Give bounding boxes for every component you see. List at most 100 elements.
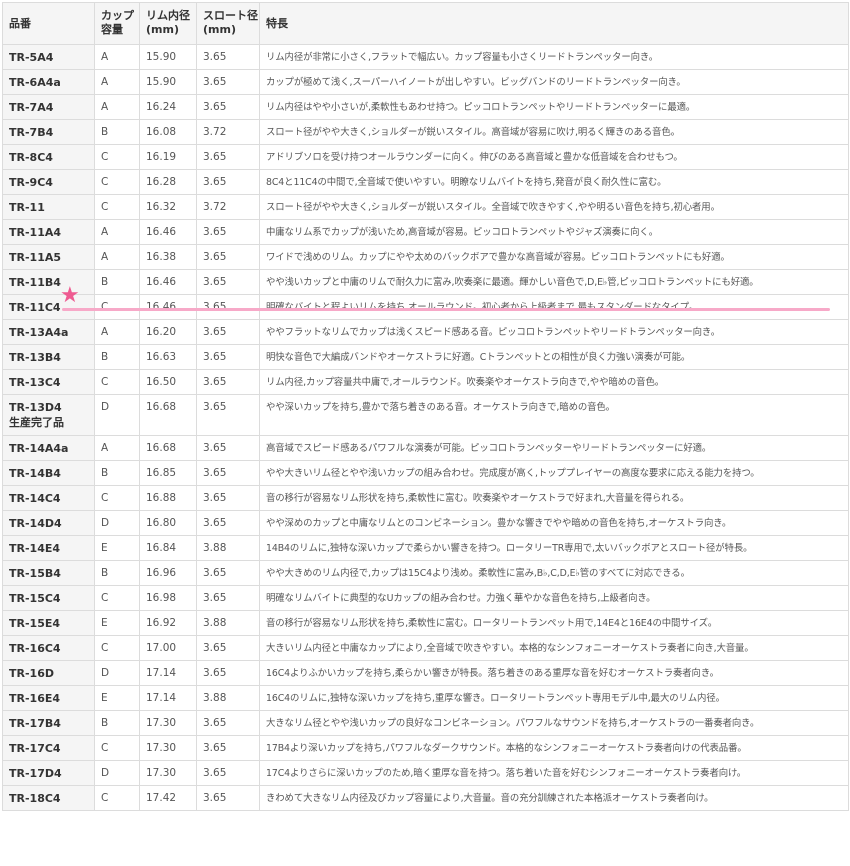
model-number: TR-14C4: [9, 492, 61, 505]
cup-cell: A: [94, 319, 140, 345]
rim-cell: 16.85: [139, 460, 197, 486]
throat-cell: 3.65: [196, 169, 260, 195]
model-number: TR-13B4: [9, 351, 61, 364]
model-cell: TR-13A4a: [2, 319, 95, 345]
table-row: TR-11A5 A 16.38 3.65 ワイドで浅めのリム。カップにやや太めのバックボ…: [2, 244, 849, 270]
model-cell: TR-17C4: [2, 735, 95, 761]
cup-cell: A: [94, 69, 140, 95]
table-row: TR-16C4 C 17.00 3.65 大きいリム内径と中庸なカップにより,全音域で吹…: [2, 635, 849, 661]
table-row: TR-6A4a A 15.90 3.65 カップが極めて浅く,スーパーハイノートが出しや…: [2, 69, 849, 95]
header-model: 品番: [2, 2, 95, 45]
model-note: 生産完了品: [9, 416, 64, 429]
table-row: TR-15C4 C 16.98 3.65 明確なリムバイトに典型的なUカップの組み合わせ…: [2, 585, 849, 611]
model-cell: TR-9C4: [2, 169, 95, 195]
cup-cell: C: [94, 369, 140, 395]
header-cup: カップ 容量: [94, 2, 140, 45]
model-cell: TR-11: [2, 194, 95, 220]
rim-cell: 16.19: [139, 144, 197, 170]
cup-cell: D: [94, 760, 140, 786]
cup-cell: C: [94, 485, 140, 511]
feature-cell: 音の移行が容易なリム形状を持ち,柔軟性に富む。ロータリートランペット用で,14E…: [259, 610, 849, 636]
model-cell: TR-17B4: [2, 710, 95, 736]
rim-cell: 16.50: [139, 369, 197, 395]
model-cell: TR-14E4: [2, 535, 95, 561]
model-cell: TR-16E4: [2, 685, 95, 711]
cup-cell: C: [94, 785, 140, 811]
throat-cell: 3.65: [196, 635, 260, 661]
rim-cell: 17.14: [139, 660, 197, 686]
throat-cell: 3.65: [196, 369, 260, 395]
cup-cell: B: [94, 560, 140, 586]
rim-cell: 16.32: [139, 194, 197, 220]
rim-cell: 17.42: [139, 785, 197, 811]
throat-cell: 3.65: [196, 344, 260, 370]
model-cell: TR-14B4: [2, 460, 95, 486]
throat-cell: 3.65: [196, 510, 260, 536]
model-number: TR-5A4: [9, 51, 54, 64]
model-cell: TR-17D4: [2, 760, 95, 786]
throat-cell: 3.65: [196, 94, 260, 120]
model-number: TR-8C4: [9, 151, 53, 164]
feature-cell: 17B4より深いカップを持ち,パワフルなダークサウンド。本格的なシンフォニーオー…: [259, 735, 849, 761]
rim-cell: 16.24: [139, 94, 197, 120]
throat-cell: 3.65: [196, 269, 260, 295]
throat-cell: 3.65: [196, 44, 260, 70]
table-row: TR-17B4 B 17.30 3.65 大きなリム径とやや浅いカップの良好なコンビネー…: [2, 710, 849, 736]
table-row: TR-15B4 B 16.96 3.65 やや大きめのリム内径で,カップは15C4より浅…: [2, 560, 849, 586]
feature-cell: ややフラットなリムでカップは浅くスピード感ある音。ピッコロトランペットやリードト…: [259, 319, 849, 345]
model-number: TR-14E4: [9, 542, 61, 555]
table-row: TR-11A4 A 16.46 3.65 中庸なリム系でカップが浅いため,高音域が容易。…: [2, 219, 849, 245]
throat-cell: 3.65: [196, 69, 260, 95]
rim-cell: 17.30: [139, 760, 197, 786]
throat-cell: 3.65: [196, 219, 260, 245]
throat-cell: 3.72: [196, 119, 260, 145]
table-row: TR-17C4 C 17.30 3.65 17B4より深いカップを持ち,パワフルなダーク…: [2, 735, 849, 761]
rim-cell: 16.38: [139, 244, 197, 270]
rim-cell: 16.96: [139, 560, 197, 586]
feature-cell: やや浅いカップと中庸のリムで耐久力に富み,吹奏楽に最適。輝かしい音色で,D,E♭…: [259, 269, 849, 295]
star-icon: ★: [60, 283, 80, 308]
model-number: TR-13C4: [9, 376, 61, 389]
table-row: TR-8C4 C 16.19 3.65 アドリブソロを受け持つオールラウンダーに向く。伸…: [2, 144, 849, 170]
model-cell: TR-14A4a: [2, 435, 95, 461]
cup-cell: A: [94, 244, 140, 270]
cup-cell: D: [94, 394, 140, 436]
table-header: 品番 カップ 容量 リム内径 (mm) スロート径 (mm) 特長: [2, 2, 849, 45]
model-number: TR-13A4a: [9, 326, 69, 339]
cup-cell: C: [94, 585, 140, 611]
model-number: TR-17D4: [9, 767, 62, 780]
model-cell: TR-13B4: [2, 344, 95, 370]
rim-cell: 16.68: [139, 435, 197, 461]
model-number: TR-16E4: [9, 692, 61, 705]
table-row: TR-15E4 E 16.92 3.88 音の移行が容易なリム形状を持ち,柔軟性に富む。…: [2, 610, 849, 636]
throat-cell: 3.65: [196, 460, 260, 486]
cup-cell: A: [94, 94, 140, 120]
rim-cell: 17.30: [139, 710, 197, 736]
feature-cell: 明確なリムバイトに典型的なUカップの組み合わせ。力強く華やかな音色を持ち,上級者…: [259, 585, 849, 611]
cup-cell: A: [94, 44, 140, 70]
cup-cell: A: [94, 435, 140, 461]
feature-cell: 明快な音色で大編成バンドやオーケストラに好適。Cトランペットとの相性が良く力強い…: [259, 344, 849, 370]
table-row: TR-13B4 B 16.63 3.65 明快な音色で大編成バンドやオーケストラに好適。…: [2, 344, 849, 370]
feature-cell: 中庸なリム系でカップが浅いため,高音域が容易。ピッコロトランペットやジャズ演奏に…: [259, 219, 849, 245]
model-cell: TR-8C4: [2, 144, 95, 170]
table-row: TR-18C4 C 17.42 3.65 きわめて大きなリム内径及びカップ容量により,大…: [2, 785, 849, 811]
feature-cell: 8C4と11C4の中間で,全音域で使いやすい。明瞭なリムバイトを持ち,発音が良く…: [259, 169, 849, 195]
feature-cell: リム内径はやや小さいが,柔軟性もあわせ持つ。ピッコロトランペットやリードトランペ…: [259, 94, 849, 120]
header-rim: リム内径 (mm): [139, 2, 197, 45]
cup-cell: E: [94, 685, 140, 711]
model-number: TR-9C4: [9, 176, 53, 189]
cup-cell: C: [94, 144, 140, 170]
header-cup-line1: カップ: [101, 9, 134, 22]
throat-cell: 3.65: [196, 560, 260, 586]
feature-cell: リム内径,カップ容量共中庸で,オールラウンド。吹奏楽やオーケストラ向きで,やや暗…: [259, 369, 849, 395]
rim-cell: 16.63: [139, 344, 197, 370]
rim-cell: 16.46: [139, 294, 197, 320]
throat-cell: 3.65: [196, 735, 260, 761]
throat-cell: 3.65: [196, 394, 260, 436]
model-cell: TR-16C4: [2, 635, 95, 661]
feature-cell: カップが極めて浅く,スーパーハイノートが出しやすい。ビッグバンドのリードトランペ…: [259, 69, 849, 95]
feature-cell: スロート径がやや大きく,ショルダーが鋭いスタイル。全音域で吹きやすく,やや明るい…: [259, 194, 849, 220]
mouthpiece-spec-table: 品番 カップ 容量 リム内径 (mm) スロート径 (mm) 特長 TR-5A4…: [2, 2, 849, 811]
model-number: TR-16D: [9, 667, 54, 680]
